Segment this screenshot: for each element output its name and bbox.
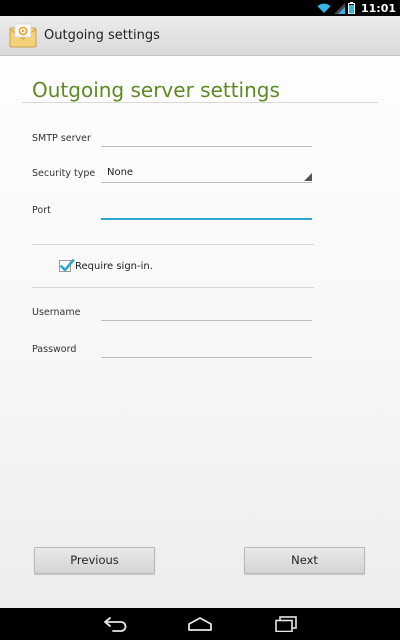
- port-input[interactable]: [101, 205, 312, 220]
- battery-icon: [347, 2, 355, 14]
- action-bar-title: Outgoing settings: [44, 28, 160, 43]
- section-divider: [32, 244, 314, 245]
- username-input[interactable]: [101, 307, 312, 321]
- checkmark-icon: [59, 258, 75, 272]
- status-time: 11:01: [360, 1, 396, 15]
- status-icons: 11:01: [317, 1, 396, 15]
- section-divider: [32, 287, 314, 288]
- back-icon[interactable]: [103, 616, 129, 632]
- signal-icon: [333, 2, 345, 14]
- smtp-server-input[interactable]: [101, 133, 312, 147]
- require-signin-label[interactable]: Require sign-in.: [75, 261, 153, 272]
- password-input[interactable]: [101, 344, 312, 358]
- security-type-spinner[interactable]: None: [101, 166, 312, 183]
- dropdown-triangle-icon: [304, 173, 312, 181]
- password-label: Password: [32, 344, 77, 355]
- status-bar: 11:01: [0, 0, 400, 16]
- email-app-icon[interactable]: [9, 23, 37, 49]
- wifi-icon: [317, 3, 331, 13]
- smtp-server-label: SMTP server: [32, 133, 91, 144]
- page-title: Outgoing server settings: [32, 78, 280, 102]
- port-label: Port: [32, 205, 51, 216]
- navigation-bar: [0, 608, 400, 640]
- heading-divider: [22, 102, 378, 103]
- previous-button[interactable]: Previous: [34, 547, 155, 574]
- security-type-value: None: [107, 167, 134, 178]
- require-signin-checkbox[interactable]: [59, 258, 75, 272]
- action-bar: Outgoing settings: [0, 16, 400, 56]
- security-type-label: Security type: [32, 168, 96, 179]
- recents-icon[interactable]: [274, 616, 298, 632]
- home-icon[interactable]: [186, 616, 214, 632]
- next-button[interactable]: Next: [244, 547, 365, 574]
- username-label: Username: [32, 307, 81, 318]
